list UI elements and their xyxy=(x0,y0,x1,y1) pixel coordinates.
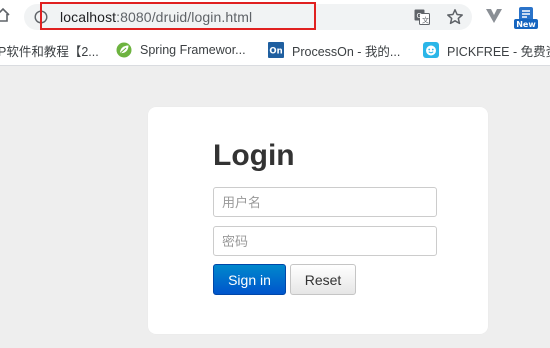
login-title: Login xyxy=(213,139,295,172)
bookmark-label: P软件和教程【2... xyxy=(0,44,99,59)
pickfree-icon xyxy=(423,42,439,58)
bookmarks-bar: P软件和教程【2... Spring Framewor... On Proces… xyxy=(0,34,550,66)
new-badge-label: New xyxy=(516,20,536,29)
home-icon[interactable] xyxy=(0,7,10,23)
translate-icon[interactable]: G 文 xyxy=(414,9,430,25)
star-icon[interactable] xyxy=(446,8,464,26)
url-highlight-box xyxy=(40,2,316,30)
bookmark-label: Spring Framewor... xyxy=(140,43,246,57)
new-extension-icon[interactable]: New xyxy=(514,6,538,30)
processon-icon-text: On xyxy=(269,47,282,57)
vpn-icon[interactable] xyxy=(485,8,503,24)
reset-button[interactable]: Reset xyxy=(290,264,356,295)
spring-leaf-icon xyxy=(116,42,132,58)
bookmark-item-processon[interactable]: On ProcessOn - 我的... xyxy=(268,34,400,66)
bookmark-item-software[interactable]: P软件和教程【2... xyxy=(0,34,99,66)
bookmark-label: PICKFREE - 免费资 xyxy=(447,44,550,59)
svg-text:文: 文 xyxy=(422,16,429,25)
username-field[interactable] xyxy=(213,187,437,217)
password-field[interactable] xyxy=(213,226,437,256)
browser-toolbar: localhost:8080/druid/login.html G 文 New xyxy=(0,0,550,34)
login-card: Login Sign in Reset xyxy=(148,107,488,334)
bookmark-label: ProcessOn - 我的... xyxy=(292,44,401,59)
bookmark-item-spring[interactable]: Spring Framewor... xyxy=(116,34,246,66)
sign-in-button[interactable]: Sign in xyxy=(213,264,286,295)
bookmark-item-pickfree[interactable]: PICKFREE - 免费资 xyxy=(423,34,550,66)
processon-icon: On xyxy=(268,42,284,58)
